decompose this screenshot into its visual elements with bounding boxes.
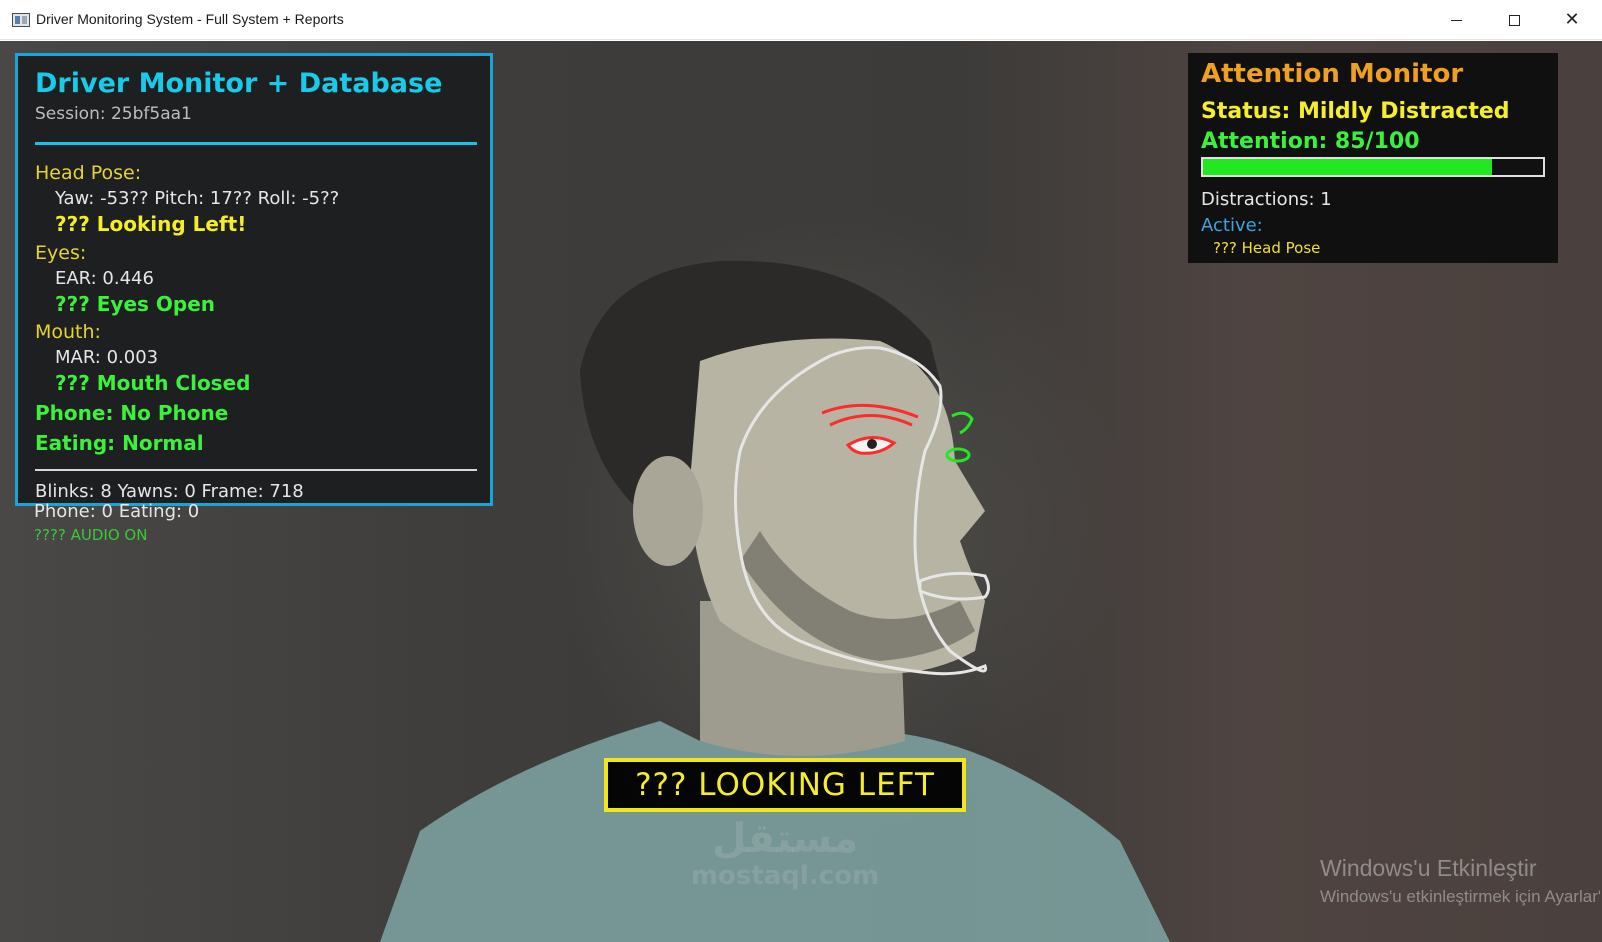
blink-yawn-frame-counters: Blinks: 8 Yawns: 0 Frame: 718 (35, 481, 304, 502)
site-watermark-arabic: مستقل (711, 816, 859, 862)
alert-banner: ??? LOOKING LEFT (604, 758, 966, 812)
attention-monitor-panel: Attention Monitor Status: Mildly Distrac… (1188, 53, 1558, 263)
site-watermark-logo: مستقل mostaql.com (680, 817, 890, 891)
counters-divider (35, 469, 477, 471)
eating-status: Eating: Normal (35, 431, 204, 455)
phone-status: Phone: No Phone (35, 401, 229, 425)
attention-title: Attention Monitor (1201, 59, 1464, 89)
app-window-icon (12, 13, 30, 27)
mar-value: MAR: 0.003 (55, 347, 159, 368)
head-pose-label: Head Pose: (35, 162, 142, 184)
active-label: Active: (1201, 215, 1263, 236)
window-title: Driver Monitoring System - Full System +… (36, 11, 344, 27)
mouth-label: Mouth: (35, 321, 101, 343)
minimize-button[interactable] (1427, 0, 1485, 40)
far-eyebrow-landmark (951, 411, 974, 435)
eyes-status: ??? Eyes Open (55, 292, 216, 316)
alert-text: ??? LOOKING LEFT (635, 767, 935, 803)
window-titlebar: Driver Monitoring System - Full System +… (0, 0, 1602, 40)
head-pose-status: ??? Looking Left! (55, 212, 247, 236)
attention-score: Attention: 85/100 (1201, 129, 1420, 154)
close-button[interactable]: ✕ (1543, 0, 1601, 40)
maximize-icon (1508, 14, 1520, 26)
site-watermark-latin: mostaql.com (690, 861, 880, 891)
attention-score-fill (1203, 159, 1492, 175)
attention-status: Status: Mildly Distracted (1201, 99, 1510, 124)
active-distraction-item: ??? Head Pose (1213, 239, 1321, 257)
distractions-count: Distractions: 1 (1201, 189, 1332, 210)
windows-activation-subtitle: Windows'u etkinleştirmek için Ayarlar'a … (1320, 887, 1600, 906)
audio-status: ???? AUDIO ON (34, 526, 148, 544)
ear-value: EAR: 0.446 (55, 268, 154, 289)
driver-monitor-panel: Driver Monitor + Database Session: 25bf5… (15, 53, 493, 506)
eyes-label: Eyes: (35, 242, 87, 264)
attention-score-bar (1201, 157, 1545, 177)
maximize-button[interactable] (1485, 0, 1543, 40)
windows-activation-title: Windows'u Etkinleştir (1320, 855, 1537, 881)
session-id: Session: 25bf5aa1 (35, 104, 192, 124)
panel-divider (35, 142, 477, 145)
panel-title: Driver Monitor + Database (35, 68, 443, 99)
mouth-status: ??? Mouth Closed (55, 371, 251, 395)
head-pose-values: Yaw: -53?? Pitch: 17?? Roll: -5?? (55, 188, 340, 209)
phone-eating-counters: Phone: 0 Eating: 0 (34, 501, 200, 522)
camera-feed: Driver Monitor + Database Session: 25bf5… (0, 41, 1602, 942)
minimize-icon (1450, 19, 1462, 21)
near-eye-pupil (867, 439, 877, 449)
driver-ear (633, 456, 703, 566)
close-icon: ✕ (1564, 9, 1580, 30)
